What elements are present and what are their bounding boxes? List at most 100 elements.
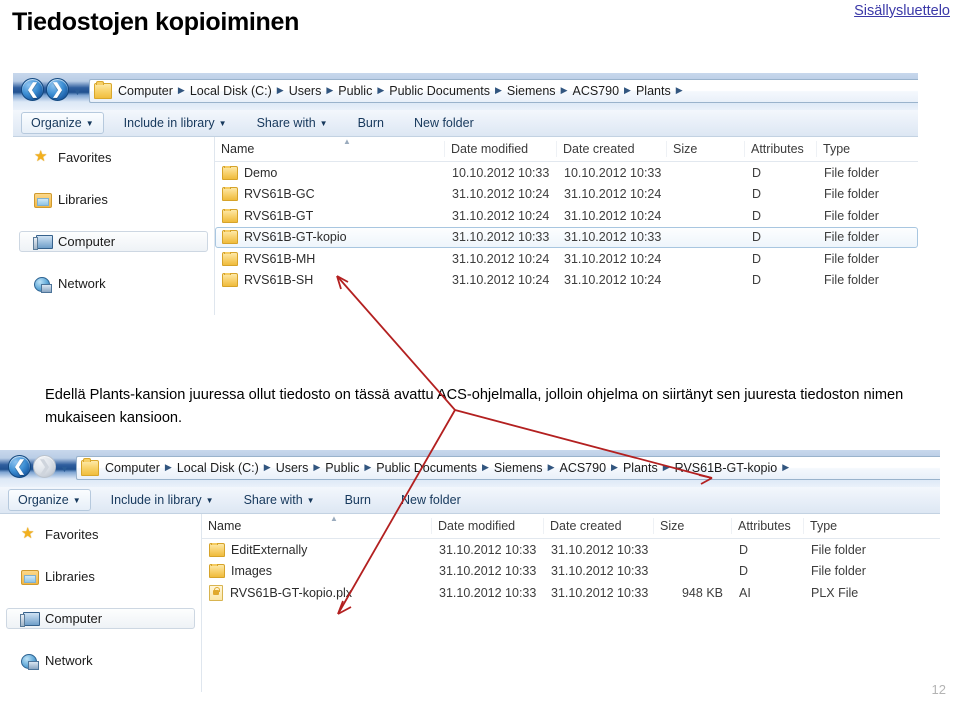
burn-button[interactable]: Burn xyxy=(335,489,381,511)
column-header-type[interactable]: Type xyxy=(817,141,918,157)
breadcrumb-item[interactable]: Siemens xyxy=(491,461,546,475)
table-row[interactable]: Images 31.10.2012 10:33 31.10.2012 10:33 D F… xyxy=(202,561,940,583)
include-in-library-button[interactable]: Include in library ▼ xyxy=(114,112,237,134)
breadcrumb-separator-icon[interactable]: ▶ xyxy=(375,85,386,96)
command-toolbar-bottom: Organize ▼ Include in library ▼ Share with… xyxy=(0,487,940,514)
cell-name: RVS61B-SH xyxy=(216,273,446,288)
breadcrumb-item[interactable]: Public Documents xyxy=(386,84,493,98)
breadcrumb-item[interactable]: Plants xyxy=(620,461,661,475)
breadcrumb-separator-icon[interactable]: ▶ xyxy=(780,462,791,473)
breadcrumb-item[interactable]: ACS790 xyxy=(556,461,609,475)
breadcrumb-item[interactable]: ACS790 xyxy=(569,84,622,98)
forward-button[interactable]: ❯ xyxy=(46,78,69,101)
cell-attributes: D xyxy=(752,251,762,266)
table-row[interactable]: RVS61B-MH 31.10.2012 10:24 31.10.2012 10:2… xyxy=(215,248,918,270)
breadcrumb-separator-icon[interactable]: ▶ xyxy=(559,85,570,96)
back-arrow-icon: ❮ xyxy=(26,81,39,98)
sidebar-item-network[interactable]: Network xyxy=(6,650,195,671)
table-row[interactable]: Demo 10.10.2012 10:33 10.10.2012 10:33 D Fil… xyxy=(215,162,918,184)
organize-button[interactable]: Organize ▼ xyxy=(21,112,104,134)
cell-date-modified: 31.10.2012 10:24 xyxy=(452,208,550,223)
breadcrumb-item[interactable]: Computer xyxy=(102,461,163,475)
file-list-pane-top: Name Date modified Date created Size Att… xyxy=(215,137,918,315)
include-in-library-button[interactable]: Include in library ▼ xyxy=(101,489,224,511)
breadcrumb-separator-icon[interactable]: ▶ xyxy=(661,462,672,473)
table-row[interactable]: RVS61B-GT-kopio 31.10.2012 10:33 31.10.201… xyxy=(215,226,918,248)
breadcrumb-separator-icon[interactable]: ▶ xyxy=(311,462,322,473)
new-folder-button[interactable]: New folder xyxy=(404,112,484,134)
breadcrumb-separator-icon[interactable]: ▶ xyxy=(480,462,491,473)
cell-date-modified: 31.10.2012 10:24 xyxy=(452,273,550,288)
network-icon xyxy=(21,653,39,670)
column-header-date-modified[interactable]: Date modified xyxy=(445,141,557,157)
page-number: 12 xyxy=(931,682,946,697)
breadcrumb-separator-icon[interactable]: ▶ xyxy=(493,85,504,96)
sidebar-item-libraries[interactable]: Libraries xyxy=(6,566,195,587)
breadcrumb-item[interactable]: Local Disk (C:) xyxy=(187,84,275,98)
breadcrumb-separator-icon[interactable]: ▶ xyxy=(362,462,373,473)
breadcrumb-separator-icon[interactable]: ▶ xyxy=(324,85,335,96)
cell-type: File folder xyxy=(824,230,879,245)
breadcrumb-separator-icon[interactable]: ▶ xyxy=(163,462,174,473)
cell-name: Images xyxy=(203,564,433,579)
star-icon: ★ xyxy=(34,148,48,165)
breadcrumb-item[interactable]: Public Documents xyxy=(373,461,480,475)
breadcrumb-item[interactable]: Users xyxy=(273,461,312,475)
table-row[interactable]: RVS61B-GT-kopio.plx 31.10.2012 10:33 31.10… xyxy=(202,582,940,604)
breadcrumb-item[interactable]: Local Disk (C:) xyxy=(174,461,262,475)
breadcrumb-item[interactable]: Public xyxy=(335,84,375,98)
column-header-attributes[interactable]: Attributes xyxy=(745,141,817,157)
address-bar-bottom[interactable]: Computer ▶ Local Disk (C:) ▶ Users ▶ Public ▶ Pu… xyxy=(76,456,940,480)
column-header-size[interactable]: Size xyxy=(667,141,745,157)
breadcrumb-separator-icon[interactable]: ▶ xyxy=(546,462,557,473)
breadcrumb-separator-icon[interactable]: ▶ xyxy=(622,85,633,96)
table-row[interactable]: RVS61B-GC 31.10.2012 10:24 31.10.2012 10:2… xyxy=(215,184,918,206)
column-header-size[interactable]: Size xyxy=(654,518,732,534)
table-of-contents-link[interactable]: Sisällysluettelo xyxy=(854,3,950,19)
breadcrumb-item[interactable]: Users xyxy=(286,84,325,98)
share-with-label: Share with xyxy=(243,493,303,507)
file-name-label: RVS61B-GT xyxy=(244,208,314,223)
column-header-date-created[interactable]: Date created xyxy=(544,518,654,534)
breadcrumb-item[interactable]: Plants xyxy=(633,84,674,98)
table-row[interactable]: RVS61B-GT 31.10.2012 10:24 31.10.2012 10:2… xyxy=(215,205,918,227)
table-row[interactable]: RVS61B-SH 31.10.2012 10:24 31.10.2012 10:2… xyxy=(215,270,918,292)
breadcrumb-item[interactable]: Public xyxy=(322,461,362,475)
address-bar-top[interactable]: Computer ▶ Local Disk (C:) ▶ Users ▶ Public ▶ Pu… xyxy=(89,79,918,103)
folder-icon xyxy=(209,564,225,579)
table-row[interactable]: EditExternally 31.10.2012 10:33 31.10.2012… xyxy=(202,539,940,561)
burn-button[interactable]: Burn xyxy=(348,112,394,134)
sidebar-item-favorites[interactable]: ★ Favorites xyxy=(19,147,208,168)
sidebar-item-libraries[interactable]: Libraries xyxy=(19,189,208,210)
command-toolbar-top: Organize ▼ Include in library ▼ Share with… xyxy=(13,110,918,137)
cell-date-modified: 31.10.2012 10:24 xyxy=(452,251,550,266)
new-folder-button[interactable]: New folder xyxy=(391,489,471,511)
breadcrumb-separator-icon[interactable]: ▶ xyxy=(609,462,620,473)
sidebar-item-favorites[interactable]: ★ Favorites xyxy=(6,524,195,545)
share-with-button[interactable]: Share with ▼ xyxy=(234,489,325,511)
breadcrumb-item[interactable]: Computer xyxy=(115,84,176,98)
column-header-attributes[interactable]: Attributes xyxy=(732,518,804,534)
organize-button[interactable]: Organize ▼ xyxy=(8,489,91,511)
breadcrumb-separator-icon[interactable]: ▶ xyxy=(176,85,187,96)
column-header-date-modified[interactable]: Date modified xyxy=(432,518,544,534)
cell-name: RVS61B-GT-kopio xyxy=(216,230,446,245)
breadcrumb-separator-icon[interactable]: ▶ xyxy=(275,85,286,96)
history-dropdown-icon[interactable]: ▼ xyxy=(73,87,82,97)
back-button[interactable]: ❮ xyxy=(8,455,31,478)
sidebar-item-network[interactable]: Network xyxy=(19,273,208,294)
history-dropdown-icon[interactable]: ▼ xyxy=(60,464,69,474)
column-header-name[interactable]: Name xyxy=(202,518,432,534)
column-header-date-created[interactable]: Date created xyxy=(557,141,667,157)
breadcrumb-item[interactable]: Siemens xyxy=(504,84,559,98)
column-header-name[interactable]: Name xyxy=(215,141,445,157)
breadcrumb-separator-icon[interactable]: ▶ xyxy=(262,462,273,473)
sidebar-item-computer[interactable]: Computer xyxy=(19,231,208,252)
column-header-type[interactable]: Type xyxy=(804,518,909,534)
sidebar-item-computer[interactable]: Computer xyxy=(6,608,195,629)
breadcrumb-item[interactable]: RVS61B-GT-kopio xyxy=(672,461,781,475)
cell-attributes: D xyxy=(739,542,749,557)
back-button[interactable]: ❮ xyxy=(21,78,44,101)
breadcrumb-separator-icon[interactable]: ▶ xyxy=(674,85,685,96)
share-with-button[interactable]: Share with ▼ xyxy=(247,112,338,134)
